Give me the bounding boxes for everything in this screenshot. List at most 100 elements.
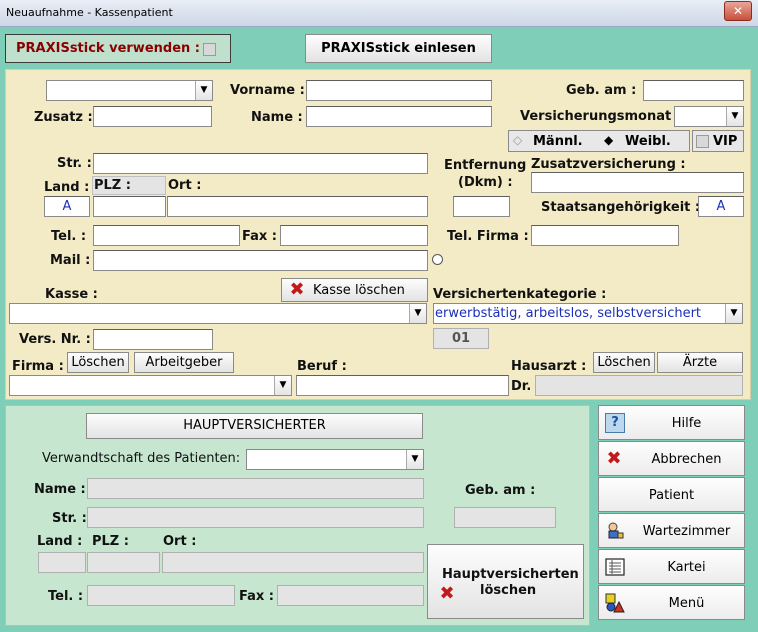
entfernung-field[interactable] xyxy=(453,196,510,217)
chevron-down-icon: ▼ xyxy=(406,450,423,469)
str-label: Str. : xyxy=(57,156,92,171)
tel-firma-field[interactable] xyxy=(531,225,679,246)
zusatz-field[interactable] xyxy=(93,106,212,127)
arbeitgeber-button[interactable]: Arbeitgeber xyxy=(134,352,234,373)
abbrechen-label: Abbrechen xyxy=(651,452,722,467)
beruf-field[interactable] xyxy=(296,375,509,396)
vers-nr-label: Vers. Nr. : xyxy=(19,332,91,347)
gender-group: ◇ Männl. ◆ Weibl. xyxy=(508,130,690,152)
kasse-select[interactable]: ▼ xyxy=(9,303,427,324)
str-field[interactable] xyxy=(93,153,428,174)
chevron-down-icon: ▼ xyxy=(274,376,291,395)
ort-field[interactable] xyxy=(167,196,428,217)
haupt-geb-label: Geb. am : xyxy=(465,483,536,498)
versicherungsmonat-select[interactable]: ▼ xyxy=(674,106,744,127)
land-label: Land : xyxy=(44,180,90,195)
haupt-plz-label: PLZ : xyxy=(92,534,129,549)
vip-checkbox[interactable] xyxy=(696,135,709,148)
hausarzt-loeschen-button[interactable]: Löschen xyxy=(593,352,655,373)
wartezimmer-label: Wartezimmer xyxy=(642,524,731,539)
haupt-fax-field xyxy=(277,585,424,606)
gender-female-option[interactable]: Weibl. xyxy=(625,134,671,149)
chevron-down-icon: ▼ xyxy=(725,304,742,323)
haupt-fax-label: Fax : xyxy=(239,589,275,604)
menu-label: Menü xyxy=(668,596,705,611)
firma-select[interactable]: ▼ xyxy=(9,375,292,396)
entfernung-unit-label: (Dkm) : xyxy=(458,175,513,190)
land-field[interactable]: A xyxy=(44,196,90,217)
hilfe-label: Hilfe xyxy=(671,416,702,431)
vorname-label: Vorname : xyxy=(230,83,305,98)
geb-label: Geb. am : xyxy=(566,83,637,98)
zusatz-label: Zusatz : xyxy=(34,110,93,125)
menu-button[interactable]: Menü xyxy=(598,585,745,620)
dr-label: Dr. xyxy=(511,379,532,394)
radio-diamond-icon: ◇ xyxy=(513,133,523,147)
abbrechen-button[interactable]: ✖ Abbrechen xyxy=(598,441,745,476)
patient-button[interactable]: Patient xyxy=(598,477,745,512)
verwandtschaft-select[interactable]: ▼ xyxy=(246,449,424,470)
haupt-geb-field xyxy=(454,507,556,528)
vorname-field[interactable] xyxy=(306,80,492,101)
zusatzversicherung-label: Zusatzversicherung : xyxy=(531,157,686,172)
waiting-room-icon xyxy=(605,521,625,541)
name-field[interactable] xyxy=(306,106,492,127)
versichertenkategorie-value: erwerbstätig, arbeitslos, selbstversiche… xyxy=(435,306,702,321)
kasse-label: Kasse : xyxy=(45,287,98,302)
hauptversicherten-loeschen-button[interactable]: Hauptversicherten ✖ löschen xyxy=(427,544,584,619)
hausarzt-field xyxy=(535,375,743,396)
patient-label: Patient xyxy=(648,488,695,503)
vers-nr-field[interactable] xyxy=(93,329,213,350)
tel-label: Tel. : xyxy=(51,229,87,244)
haupt-ort-field xyxy=(162,552,424,573)
haupt-tel-field xyxy=(87,585,235,606)
radio-diamond-selected-icon: ◆ xyxy=(604,133,614,147)
chevron-down-icon: ▼ xyxy=(409,304,426,323)
zusatzversicherung-field[interactable] xyxy=(531,172,744,193)
haupt-str-label: Str. : xyxy=(52,511,87,526)
hauptversicherten-loeschen-label-1: Hauptversicherten xyxy=(442,567,579,582)
kartei-button[interactable]: Kartei xyxy=(598,549,745,584)
versicherungsmonat-label: Versicherungsmonat : xyxy=(520,109,681,124)
praxisstick-use-label: PRAXISstick verwenden : xyxy=(16,41,200,56)
hausarzt-label: Hausarzt : xyxy=(511,359,587,374)
versichertenkategorie-code: 01 xyxy=(433,328,489,349)
kartei-label: Kartei xyxy=(667,560,706,575)
staatsangehoerigkeit-label: Staatsangehörigkeit : xyxy=(541,200,701,215)
delete-x-icon: ✖ xyxy=(289,279,305,300)
versichertenkategorie-select[interactable]: erwerbstätig, arbeitslos, selbstversiche… xyxy=(433,303,743,324)
kasse-loeschen-label: Kasse löschen xyxy=(313,283,405,298)
tel-field[interactable] xyxy=(93,225,240,246)
haupt-name-field xyxy=(87,478,424,499)
close-window-button[interactable]: ✕ xyxy=(724,1,752,21)
versichertenkategorie-label: Versichertenkategorie : xyxy=(433,287,607,302)
fax-label: Fax : xyxy=(242,229,278,244)
staatsangehoerigkeit-field[interactable]: A xyxy=(698,196,744,217)
firma-loeschen-button[interactable]: Löschen xyxy=(67,352,129,373)
haupt-tel-label: Tel. : xyxy=(48,589,84,604)
geb-field[interactable] xyxy=(643,80,744,101)
title-select[interactable]: ▼ xyxy=(46,80,213,101)
tel-firma-label: Tel. Firma : xyxy=(447,229,529,244)
kasse-loeschen-button[interactable]: ✖ Kasse löschen xyxy=(281,278,428,302)
chevron-down-icon: ▼ xyxy=(195,81,212,100)
hilfe-button[interactable]: ? Hilfe xyxy=(598,405,745,440)
cancel-x-icon: ✖ xyxy=(606,448,622,469)
window-title: Neuaufnahme - Kassenpatient xyxy=(6,6,173,19)
wartezimmer-button[interactable]: Wartezimmer xyxy=(598,513,745,548)
praxisstick-checkbox[interactable] xyxy=(203,43,216,56)
aerzte-button[interactable]: Ärzte xyxy=(657,352,743,373)
menu-shapes-icon xyxy=(605,593,625,613)
fax-field[interactable] xyxy=(280,225,428,246)
hauptversicherter-button[interactable]: HAUPTVERSICHERTER xyxy=(86,413,423,439)
mail-field[interactable] xyxy=(93,250,428,271)
ort-label: Ort : xyxy=(168,178,202,193)
plz-field[interactable] xyxy=(93,196,166,217)
haupt-str-field xyxy=(87,507,424,528)
gender-male-option[interactable]: Männl. xyxy=(533,134,583,149)
mail-radio[interactable] xyxy=(432,254,443,265)
vip-toggle[interactable]: VIP xyxy=(692,130,744,152)
praxisstick-read-button[interactable]: PRAXISstick einlesen xyxy=(305,34,492,63)
delete-x-icon: ✖ xyxy=(439,583,455,604)
beruf-label: Beruf : xyxy=(297,359,347,374)
